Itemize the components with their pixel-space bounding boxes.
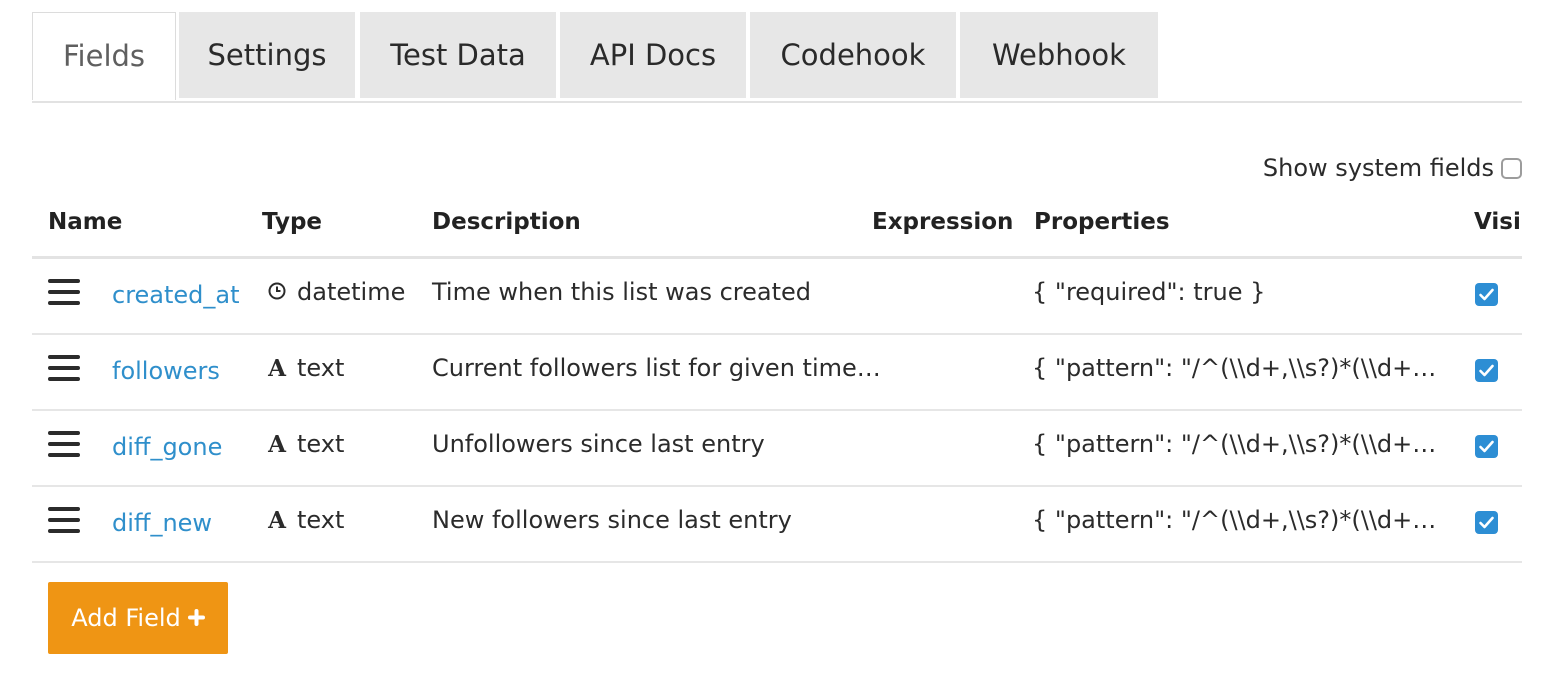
drag-handle-icon[interactable] [48,507,80,533]
checkmark-icon [1479,364,1494,377]
field-properties: { "pattern": "/^(\\d+,\\s?)*(\\d+)$/", … [1032,354,1442,382]
drag-handle-icon[interactable] [48,279,80,305]
table-row: followers A text Current followers list … [32,335,1522,411]
add-field-button[interactable]: Add Field [48,582,228,654]
table-row: created_at datetime Time when this list … [32,259,1522,335]
tab-fields[interactable]: Fields [32,12,176,100]
field-name-link[interactable]: followers [112,357,220,385]
column-header-type: Type [262,209,323,235]
field-name-link[interactable]: created_at [112,281,240,309]
tab-api-docs[interactable]: API Docs [560,12,746,98]
field-type: A text [266,506,344,534]
text-type-icon: A [268,354,286,382]
column-header-visible: Visil [1474,209,1522,235]
add-field-label: Add Field [71,604,181,632]
field-properties: { "required": true } [1032,278,1266,306]
field-type-label: text [297,354,345,382]
checkmark-icon [1479,516,1494,529]
field-name-link[interactable]: diff_gone [112,433,222,461]
drag-handle-icon[interactable] [48,355,80,381]
column-header-description: Description [432,209,581,235]
text-type-icon: A [268,430,286,458]
field-type: datetime [266,278,405,306]
table-row: diff_gone A text Unfollowers since last … [32,411,1522,487]
fields-table: Name Type Description Expression Propert… [32,196,1522,566]
tab-codehook[interactable]: Codehook [750,12,956,98]
field-type-label: datetime [297,278,406,306]
tabs-divider [32,101,1522,103]
show-system-fields-checkbox[interactable] [1501,157,1522,179]
clock-icon [266,278,288,306]
field-description: Current followers list for given time… [432,354,881,382]
visible-checkbox[interactable] [1475,511,1498,534]
show-system-fields-label: Show system fields [1262,154,1494,182]
checkmark-icon [1479,440,1494,453]
field-properties: { "pattern": "/^(\\d+,\\s?)*(\\d+)$/" } [1032,430,1442,458]
field-type-label: text [297,506,345,534]
column-header-properties: Properties [1034,209,1170,235]
field-description: Unfollowers since last entry [432,430,765,458]
field-type: A text [266,354,344,382]
drag-handle-icon[interactable] [48,431,80,457]
plus-icon [187,604,205,632]
tab-settings[interactable]: Settings [179,12,355,98]
tab-webhook[interactable]: Webhook [960,12,1158,98]
text-type-icon: A [268,506,286,534]
field-type: A text [266,430,344,458]
table-header: Name Type Description Expression Propert… [32,196,1522,259]
visible-checkbox[interactable] [1475,435,1498,458]
field-properties: { "pattern": "/^(\\d+,\\s?)*(\\d+)$/" } [1032,506,1442,534]
column-header-name: Name [48,209,123,235]
visible-checkbox[interactable] [1475,283,1498,306]
show-system-fields-toggle[interactable]: Show system fields [1263,152,1522,184]
table-row: diff_new A text New followers since last… [32,487,1522,563]
field-description: Time when this list was created [432,278,811,306]
visible-checkbox[interactable] [1475,359,1498,382]
tab-test-data[interactable]: Test Data [360,12,556,98]
column-header-expression: Expression [872,209,1014,235]
field-type-label: text [297,430,345,458]
field-description: New followers since last entry [432,506,792,534]
field-name-link[interactable]: diff_new [112,509,212,537]
checkmark-icon [1479,288,1494,301]
